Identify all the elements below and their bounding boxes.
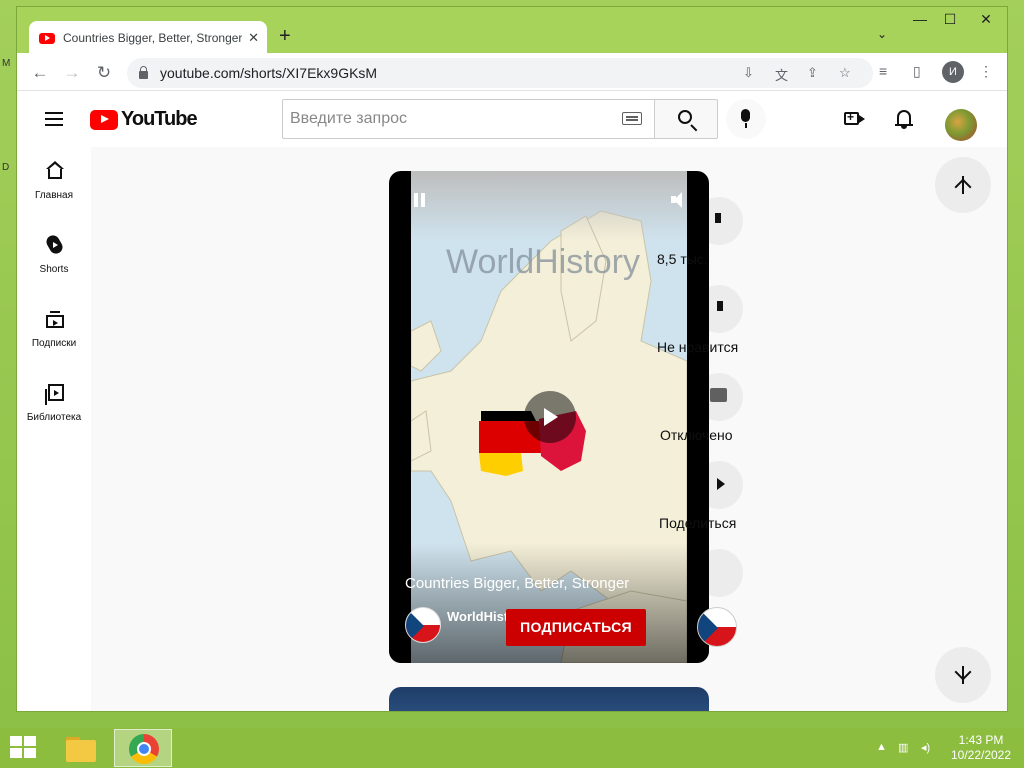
sidebar-item-label: Главная bbox=[34, 190, 74, 201]
sidebar-item-library[interactable]: Библиотека bbox=[17, 369, 91, 441]
share-label: Поделиться bbox=[659, 515, 737, 531]
tab-close-icon[interactable]: ✕ bbox=[248, 30, 259, 46]
dislike-label: Не нравится bbox=[657, 339, 739, 355]
tab-search-icon[interactable]: ⌄ bbox=[877, 27, 887, 41]
youtube-header: YouTube bbox=[17, 91, 1007, 147]
search-button[interactable] bbox=[654, 99, 718, 139]
translate-icon[interactable]: 文 bbox=[775, 65, 788, 84]
like-count: 8,5 тыс. bbox=[657, 251, 708, 267]
close-window-button[interactable]: ✕ bbox=[971, 11, 1001, 28]
url-text: youtube.com/shorts/XI7Ekx9GKsM bbox=[160, 65, 378, 81]
tray-expand-icon[interactable]: ▲ bbox=[876, 741, 887, 753]
next-short-preview[interactable] bbox=[389, 687, 709, 711]
sidebar-item-label: Shorts bbox=[39, 264, 69, 275]
reading-list-icon[interactable]: ≡ bbox=[879, 63, 887, 79]
play-button-overlay-icon[interactable] bbox=[524, 391, 576, 443]
shorts-icon bbox=[44, 233, 65, 256]
desktop-icon-label: M bbox=[2, 58, 11, 69]
channel-avatar[interactable] bbox=[405, 607, 441, 643]
search-input[interactable] bbox=[290, 110, 610, 128]
comments-button[interactable] bbox=[695, 373, 743, 421]
share-button[interactable] bbox=[695, 461, 743, 509]
reload-icon[interactable]: ↻ bbox=[93, 63, 115, 83]
youtube-page: YouTube Главная Shorts bbox=[17, 91, 1007, 711]
sidebar-item-shorts[interactable]: Shorts bbox=[17, 221, 91, 293]
clock-time: 1:43 PM bbox=[958, 733, 1004, 747]
next-short-button[interactable] bbox=[935, 647, 991, 703]
channel-name[interactable]: WorldHistory bbox=[447, 607, 528, 626]
file-explorer-icon[interactable] bbox=[64, 734, 98, 764]
menu-kebab-icon[interactable]: ⋮ bbox=[979, 63, 993, 80]
tab-title: Countries Bigger, Better, Stronger bbox=[63, 31, 243, 45]
network-icon[interactable]: ▥ bbox=[898, 741, 908, 754]
browser-toolbar: ← → ↻ youtube.com/shorts/XI7Ekx9GKsM ⇩ 文… bbox=[17, 55, 1007, 91]
mini-guide-sidebar: Главная Shorts Подписки Библиотека bbox=[17, 147, 91, 711]
profile-avatar[interactable]: И bbox=[942, 61, 964, 83]
create-video-icon[interactable] bbox=[842, 107, 866, 131]
dislike-button[interactable] bbox=[695, 285, 743, 333]
voice-search-button[interactable] bbox=[726, 99, 766, 139]
home-icon bbox=[45, 161, 65, 181]
library-icon bbox=[45, 383, 65, 405]
subscribe-button[interactable]: ПОДПИСАТЬСЯ bbox=[506, 609, 646, 646]
youtube-logo-text: YouTube bbox=[121, 108, 198, 130]
channel-avatar-small[interactable] bbox=[697, 607, 737, 647]
previous-short-button[interactable] bbox=[935, 157, 991, 213]
shorts-action-column: 8,5 тыс. Не нравится Отключено Поделитьс… bbox=[657, 187, 743, 657]
youtube-play-logo-icon bbox=[90, 109, 118, 130]
minimize-button[interactable]: — bbox=[905, 11, 935, 27]
sidebar-item-home[interactable]: Главная bbox=[17, 147, 91, 219]
tab-strip: Countries Bigger, Better, Stronger ✕ + ⌄… bbox=[17, 7, 1007, 55]
short-title[interactable]: Countries Bigger, Better, Stronger bbox=[405, 575, 629, 592]
browser-window: Countries Bigger, Better, Stronger ✕ + ⌄… bbox=[16, 6, 1008, 712]
search-field[interactable] bbox=[282, 99, 655, 139]
tab-active[interactable]: Countries Bigger, Better, Stronger ✕ bbox=[29, 21, 267, 55]
pause-icon[interactable] bbox=[413, 193, 427, 207]
clock-date: 10/22/2022 bbox=[950, 748, 1012, 762]
sidebar-item-label: Подписки bbox=[31, 338, 77, 349]
more-options-button[interactable] bbox=[695, 549, 743, 597]
maximize-button[interactable]: ☐ bbox=[935, 11, 965, 28]
taskbar-clock[interactable]: 1:43 PM 10/22/2022 bbox=[945, 733, 1017, 763]
forward-arrow-icon[interactable]: → bbox=[61, 63, 83, 83]
sidebar-item-label: Библиотека bbox=[26, 412, 82, 423]
like-button[interactable] bbox=[695, 197, 743, 245]
chrome-icon bbox=[129, 734, 159, 764]
video-watermark: WorldHistory bbox=[446, 243, 640, 281]
taskbar: ▲ ▥ ◂) 1:43 PM 10/22/2022 bbox=[0, 728, 1024, 768]
desktop-icon-label: D bbox=[2, 162, 10, 173]
address-bar[interactable]: youtube.com/shorts/XI7Ekx9GKsM ⇩ 文 ⇪ ☆ bbox=[127, 58, 873, 88]
share-page-icon[interactable]: ⇪ bbox=[807, 65, 818, 81]
bookmark-star-icon[interactable]: ☆ bbox=[839, 65, 851, 81]
volume-tray-icon[interactable]: ◂) bbox=[921, 741, 930, 754]
youtube-logo[interactable]: YouTube bbox=[90, 108, 198, 131]
search-icon bbox=[678, 110, 692, 124]
hamburger-menu-icon[interactable] bbox=[45, 112, 63, 126]
microphone-icon bbox=[741, 109, 750, 128]
new-tab-button[interactable]: + bbox=[279, 26, 291, 46]
notifications-bell-icon[interactable] bbox=[892, 107, 916, 131]
keyboard-icon[interactable] bbox=[622, 112, 642, 125]
windows-start-icon[interactable] bbox=[10, 736, 38, 760]
user-avatar[interactable] bbox=[945, 109, 977, 141]
install-app-icon[interactable]: ⇩ bbox=[743, 65, 754, 81]
sidebar-item-subscriptions[interactable]: Подписки bbox=[17, 295, 91, 367]
side-panel-icon[interactable]: ▯ bbox=[913, 63, 921, 80]
youtube-favicon-icon bbox=[39, 32, 55, 44]
lock-icon bbox=[139, 66, 148, 79]
taskbar-chrome-button[interactable] bbox=[114, 729, 172, 767]
subscriptions-icon bbox=[45, 309, 65, 329]
back-arrow-icon[interactable]: ← bbox=[29, 63, 51, 83]
comments-label: Отключено bbox=[660, 427, 733, 443]
